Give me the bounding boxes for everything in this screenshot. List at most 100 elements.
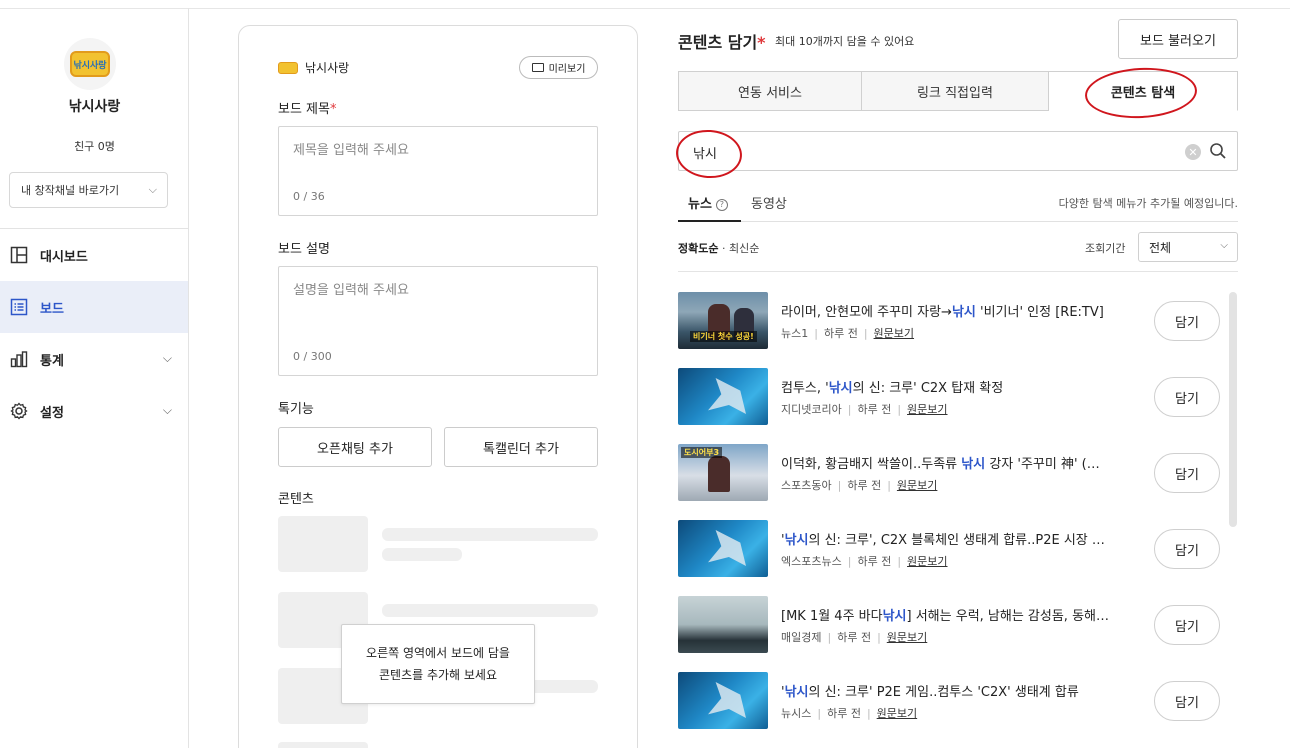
- content-placeholder-thumb: [278, 516, 368, 572]
- tab-direct-link[interactable]: 링크 직접입력: [862, 71, 1049, 111]
- news-source: 뉴스1: [781, 327, 809, 340]
- keyword-highlight: 낚시: [828, 381, 853, 396]
- news-time: 하루 전: [827, 707, 861, 720]
- help-icon[interactable]: ?: [715, 198, 728, 211]
- meta-separator: |: [897, 555, 902, 568]
- sidebar-item-dashboard[interactable]: 대시보드: [0, 229, 188, 281]
- news-item[interactable]: '낚시의 신: 크루', C2X 블록체인 생태계 합류..P2E 시장 … 엑스…: [678, 520, 1238, 580]
- required-mark: *: [757, 33, 766, 52]
- add-content-button[interactable]: 담기: [1154, 301, 1220, 341]
- active-subtab-indicator: [678, 220, 741, 222]
- chevron-down-icon: ⌵: [162, 403, 172, 417]
- sort-accuracy[interactable]: 정확도순: [678, 242, 718, 255]
- sort-options: 정확도순 · 최신순: [678, 240, 759, 256]
- explore-subtabs: 뉴스? 동영상 다양한 탐색 메뉴가 추가될 예정입니다.: [678, 184, 1238, 222]
- channel-name: 낚시사랑: [68, 99, 121, 115]
- add-talkcalendar-button[interactable]: 톡캘린더 추가: [444, 427, 598, 467]
- board-desc-input[interactable]: 설명을 입력해 주세요 0 / 300: [278, 266, 598, 376]
- editor-brand-name: 낚시사랑: [305, 61, 350, 75]
- add-content-button[interactable]: 담기: [1154, 453, 1220, 493]
- board-desc-label: 보드 설명: [278, 242, 330, 257]
- contents-label: 콘텐츠: [278, 492, 314, 507]
- search-icon[interactable]: [1209, 142, 1227, 160]
- scrollbar[interactable]: [1229, 292, 1237, 527]
- board-title-label: 보드 제목*: [278, 98, 336, 117]
- subtab-news[interactable]: 뉴스?: [688, 193, 728, 212]
- original-link[interactable]: 원문보기: [874, 327, 914, 340]
- news-thumbnail[interactable]: [678, 368, 768, 425]
- news-title-text: 강자 '주꾸미 神' (…: [985, 457, 1100, 472]
- original-link[interactable]: 원문보기: [897, 479, 937, 492]
- content-placeholder-line: [382, 528, 598, 541]
- bar-chart-icon: [9, 349, 29, 369]
- news-title[interactable]: '낚시의 신: 크루', C2X 블록체인 생태계 합류..P2E 시장 …: [781, 529, 1126, 548]
- channel-avatar[interactable]: 낚시사랑: [64, 38, 116, 90]
- channel-shortcut-select[interactable]: 내 창작채널 바로가기 ⌵: [9, 172, 168, 208]
- preview-button[interactable]: 미리보기: [519, 56, 598, 79]
- news-item[interactable]: 컴투스, '낚시의 신: 크루' C2X 탑재 확정 지디넷코리아 | 하루 전 | 원문…: [678, 368, 1238, 428]
- news-thumbnail[interactable]: [678, 596, 768, 653]
- sort-latest[interactable]: 최신순: [729, 242, 759, 255]
- meta-separator: |: [837, 479, 842, 492]
- meta-separator: |: [847, 555, 852, 568]
- news-title[interactable]: 이덕화, 황금배지 싹쓸이..두족류 낚시 강자 '주꾸미 神' (…: [781, 453, 1126, 472]
- board-title-input[interactable]: 제목을 입력해 주세요 0 / 36: [278, 126, 598, 216]
- period-select[interactable]: 전체 ⌵: [1138, 232, 1238, 262]
- clear-icon[interactable]: ✕: [1185, 144, 1201, 160]
- news-source: 스포츠동아: [781, 479, 832, 492]
- load-board-button[interactable]: 보드 불러오기: [1118, 19, 1238, 59]
- subtab-video[interactable]: 동영상: [751, 193, 787, 212]
- original-link[interactable]: 원문보기: [887, 631, 927, 644]
- news-time: 하루 전: [857, 555, 892, 568]
- add-content-button[interactable]: 담기: [1154, 681, 1220, 721]
- news-title[interactable]: '낚시의 신: 크루' P2E 게임..컴투스 'C2X' 생태계 합류: [781, 681, 1126, 700]
- news-title-text: 의 신: 크루', C2X 블록체인 생태계 합류..P2E 시장 …: [808, 533, 1105, 548]
- original-link[interactable]: 원문보기: [877, 707, 917, 720]
- news-item[interactable]: 비기너 첫수 성공! 라이머, 안현모에 주꾸미 자랑→낚시 '비기너' 인정 […: [678, 292, 1238, 352]
- news-title[interactable]: [MK 1월 4주 바다낚시] 서해는 우럭, 남해는 감성돔, 동해…: [781, 605, 1126, 624]
- sort-divider: [678, 271, 1238, 272]
- sidebar-item-stats[interactable]: 통계 ⌵: [0, 333, 188, 385]
- news-title-text: 라이머, 안현모에 주꾸미 자랑→: [781, 305, 952, 320]
- board-desc-placeholder: 설명을 입력해 주세요: [293, 283, 409, 298]
- meta-separator: |: [877, 631, 881, 644]
- tab-linked-service[interactable]: 연동 서비스: [678, 71, 862, 111]
- board-title-placeholder: 제목을 입력해 주세요: [293, 143, 409, 158]
- news-time: 하루 전: [823, 327, 858, 340]
- sidebar-item-settings[interactable]: 설정 ⌵: [0, 385, 188, 437]
- add-openchat-button[interactable]: 오픈채팅 추가: [278, 427, 432, 467]
- meta-separator: |: [897, 403, 902, 416]
- news-thumbnail[interactable]: [678, 672, 768, 729]
- sidebar-item-label: 대시보드: [40, 249, 88, 265]
- list-icon: [9, 297, 29, 317]
- fish-graphic: [708, 530, 746, 566]
- news-thumbnail[interactable]: 도시어부3: [678, 444, 768, 501]
- news-meta: 지디넷코리아 | 하루 전 | 원문보기: [781, 401, 948, 417]
- news-thumbnail[interactable]: [678, 520, 768, 577]
- board-title-counter: 0 / 36: [293, 190, 325, 203]
- gear-icon: [9, 401, 29, 421]
- content-limit-note: 최대 10개까지 담을 수 있어요: [775, 35, 915, 48]
- layout-icon: [9, 245, 29, 265]
- add-content-button[interactable]: 담기: [1154, 605, 1220, 645]
- news-item[interactable]: [MK 1월 4주 바다낚시] 서해는 우럭, 남해는 감성돔, 동해… 매일경제…: [678, 596, 1238, 656]
- meta-separator: |: [847, 403, 852, 416]
- news-title[interactable]: 컴투스, '낚시의 신: 크루' C2X 탑재 확정: [781, 377, 1126, 396]
- content-search-input[interactable]: 낚시 ✕: [678, 131, 1238, 171]
- thumbnail-caption: 비기너 첫수 성공!: [690, 331, 757, 342]
- sidebar-item-board[interactable]: 보드: [0, 281, 188, 333]
- subtab-news-label: 뉴스: [688, 197, 712, 212]
- original-link[interactable]: 원문보기: [907, 555, 947, 568]
- news-item[interactable]: '낚시의 신: 크루' P2E 게임..컴투스 'C2X' 생태계 합류 뉴시스 |…: [678, 672, 1238, 732]
- sidebar: 낚시사랑 낚시사랑 친구 0명 내 창작채널 바로가기 ⌵ 대시보드 보드 통계…: [0, 8, 189, 748]
- news-title[interactable]: 라이머, 안현모에 주꾸미 자랑→낚시 '비기너' 인정 [RE:TV]: [781, 301, 1126, 320]
- add-content-button[interactable]: 담기: [1154, 377, 1220, 417]
- required-mark: *: [329, 102, 337, 117]
- add-content-button[interactable]: 담기: [1154, 529, 1220, 569]
- news-item[interactable]: 도시어부3 이덕화, 황금배지 싹쓸이..두족류 낚시 강자 '주꾸미 神' (……: [678, 444, 1238, 504]
- content-placeholder-line: [382, 604, 598, 617]
- news-source: 엑스포츠뉴스: [781, 555, 842, 568]
- news-thumbnail[interactable]: 비기너 첫수 성공!: [678, 292, 768, 349]
- original-link[interactable]: 원문보기: [907, 403, 947, 416]
- explore-menu-note: 다양한 탐색 메뉴가 추가될 예정입니다.: [1058, 197, 1238, 210]
